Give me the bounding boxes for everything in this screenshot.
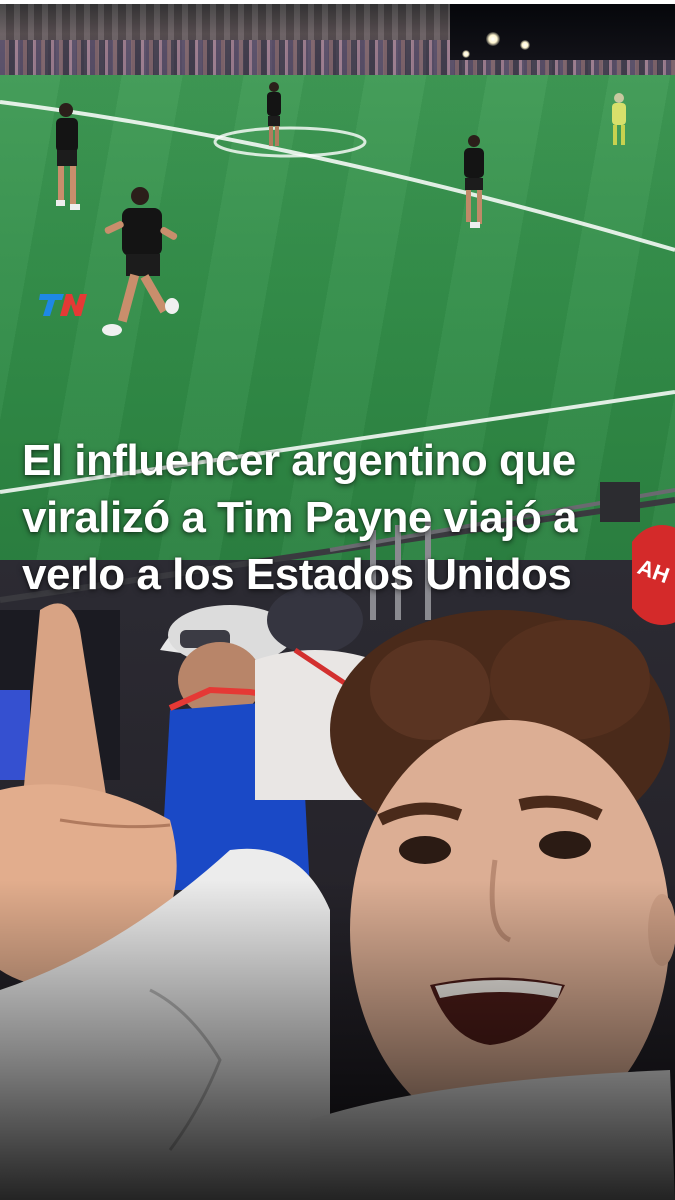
player (56, 103, 80, 210)
bottom-gradient (0, 880, 675, 1200)
player (464, 135, 484, 228)
player (267, 82, 281, 146)
headline-line-1: El influencer argentino que (22, 436, 576, 485)
headline-line-2: viralizó a Tim Payne viajó a (22, 493, 578, 542)
tn-logo-icon (39, 294, 87, 316)
video-frame[interactable]: AH El influencer argentino que viralizó … (0, 0, 675, 1200)
player (102, 187, 179, 336)
goalkeeper (612, 93, 626, 145)
headline: El influencer argentino que viralizó a T… (22, 432, 662, 603)
headline-line-3: verlo a los Estados Unidos (22, 550, 572, 599)
top-edge (0, 0, 675, 4)
